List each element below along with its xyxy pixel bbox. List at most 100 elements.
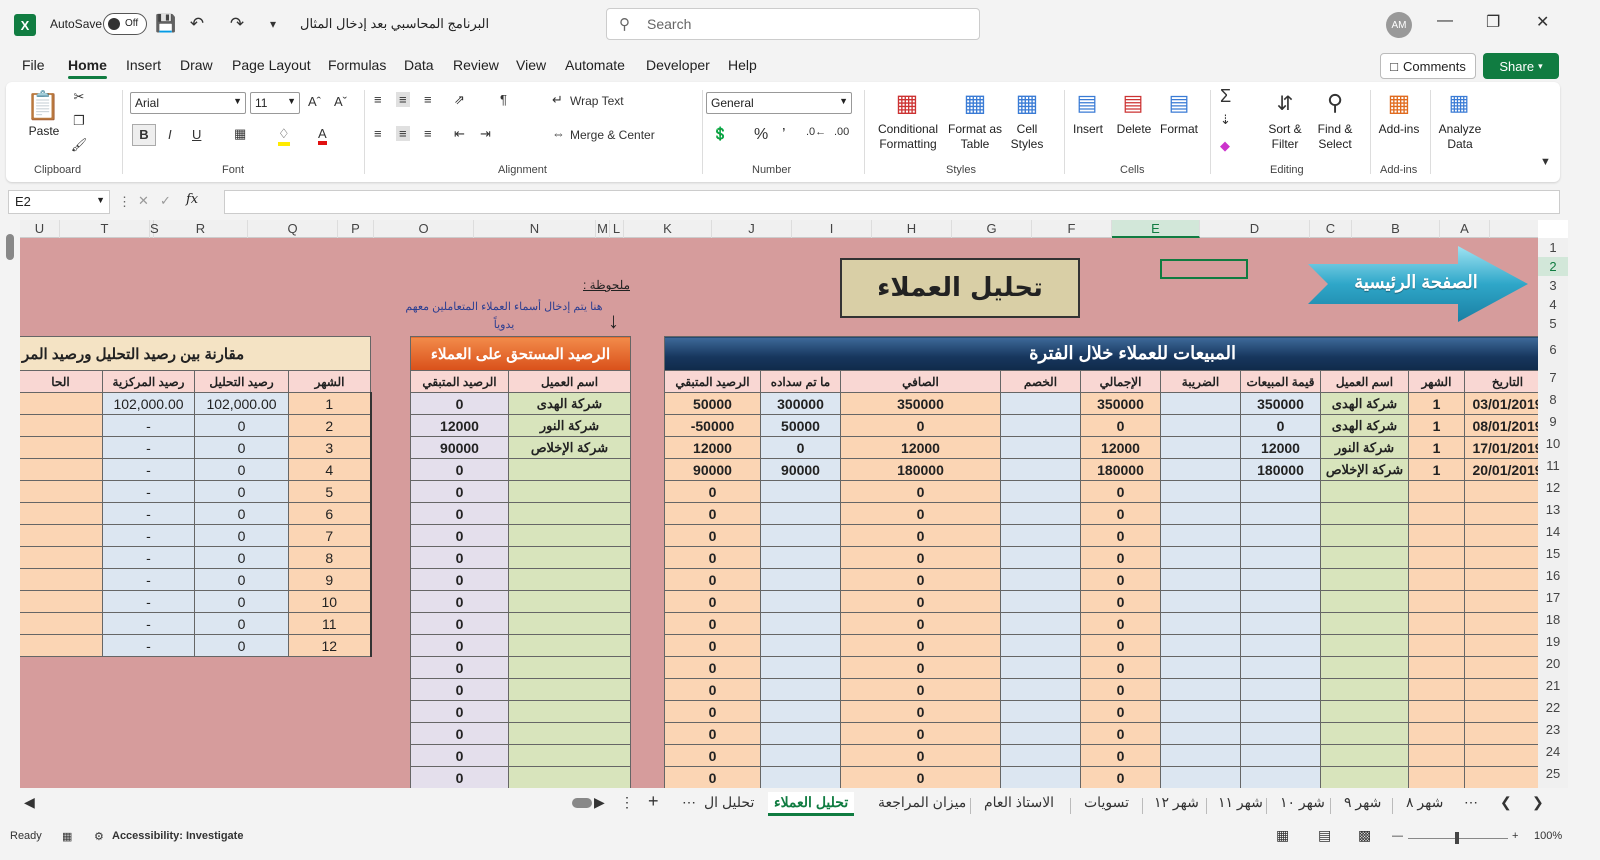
table-cell[interactable]: 12000: [1080, 436, 1161, 459]
table-cell[interactable]: 0: [664, 678, 761, 701]
conditional-formatting-button[interactable]: Conditional Formatting: [866, 122, 950, 152]
table-cell[interactable]: [507, 590, 632, 613]
table-cell[interactable]: 90000: [664, 458, 761, 481]
table-cell[interactable]: [760, 700, 841, 723]
table-cell[interactable]: [760, 766, 841, 788]
row-header-1[interactable]: 1: [1538, 238, 1568, 257]
table-cell[interactable]: 12000: [410, 414, 509, 437]
table-cell[interactable]: -: [102, 502, 195, 525]
table-cell[interactable]: [1240, 612, 1321, 635]
bold-button[interactable]: B: [132, 124, 156, 146]
column-header-q[interactable]: Q: [248, 220, 338, 238]
column-header-m[interactable]: M: [596, 220, 610, 238]
previous-sheet-icon[interactable]: ❮: [1500, 794, 1512, 811]
minimize-icon[interactable]: —: [1437, 12, 1453, 30]
zoom-in-icon[interactable]: +: [1512, 830, 1518, 842]
table-cell[interactable]: 0: [1080, 590, 1161, 613]
table-cell[interactable]: 0: [410, 634, 509, 657]
table-cell[interactable]: 0: [840, 678, 1001, 701]
table-cell[interactable]: 90000: [760, 458, 841, 481]
table-cell[interactable]: [1000, 436, 1081, 459]
table-cell[interactable]: [760, 546, 841, 569]
page-layout-view-icon[interactable]: ▤: [1318, 827, 1331, 844]
table-cell[interactable]: [1240, 480, 1321, 503]
table-cell[interactable]: 0: [194, 524, 289, 547]
comma-icon[interactable]: ’: [782, 126, 786, 144]
table-cell[interactable]: [507, 480, 632, 503]
table-cell[interactable]: [20, 436, 103, 459]
table-cell[interactable]: [1240, 546, 1321, 569]
table-cell[interactable]: [1464, 722, 1538, 745]
table-cell[interactable]: [1160, 590, 1241, 613]
table-cell[interactable]: 12000: [664, 436, 761, 459]
table-cell[interactable]: [1464, 568, 1538, 591]
zoom-slider-thumb[interactable]: [1455, 832, 1459, 844]
table-cell[interactable]: 0: [194, 612, 289, 635]
table-cell[interactable]: [1320, 656, 1409, 679]
more-tabs-right-icon[interactable]: ⋯: [1464, 794, 1478, 811]
increase-indent-icon[interactable]: ⇥: [480, 126, 491, 142]
table-cell[interactable]: 5: [287, 480, 372, 503]
table-cell[interactable]: [1240, 656, 1321, 679]
table-cell[interactable]: 0: [410, 480, 509, 503]
more-tabs-left-icon[interactable]: ⋯: [682, 794, 696, 811]
paste-icon[interactable]: 📋: [26, 88, 61, 122]
table-cell[interactable]: [1464, 480, 1538, 503]
table-cell[interactable]: 0: [664, 590, 761, 613]
table-cell[interactable]: 0: [840, 766, 1001, 788]
row-header-8[interactable]: 8: [1538, 389, 1568, 411]
table-cell[interactable]: 03/01/2019: [1464, 392, 1538, 415]
table-cell[interactable]: [1000, 502, 1081, 525]
table-cell[interactable]: 0: [410, 766, 509, 788]
table-cell[interactable]: 0: [1080, 656, 1161, 679]
table-cell[interactable]: 102,000.00: [102, 392, 195, 415]
table-cell[interactable]: [1464, 502, 1538, 525]
table-cell[interactable]: [760, 678, 841, 701]
table-cell[interactable]: 1: [287, 392, 372, 415]
table-cell[interactable]: [1320, 766, 1409, 788]
insert-cells-button[interactable]: Insert: [1066, 122, 1110, 137]
table-cell[interactable]: [760, 722, 841, 745]
format-painter-icon[interactable]: 🖌: [70, 136, 88, 154]
redo-icon[interactable]: ↷: [226, 13, 248, 35]
table-cell[interactable]: 7: [287, 524, 372, 547]
vertical-scrollbar[interactable]: [0, 220, 20, 788]
table-cell[interactable]: [1160, 546, 1241, 569]
confirm-entry-icon[interactable]: ✓: [160, 193, 171, 209]
tab-view[interactable]: View: [516, 57, 546, 73]
table-cell[interactable]: 0: [194, 480, 289, 503]
table-cell[interactable]: شركة النور: [1320, 436, 1409, 459]
table-cell[interactable]: 0: [194, 502, 289, 525]
table-cell[interactable]: 180000: [1080, 458, 1161, 481]
insert-function-button[interactable]: fx: [186, 192, 198, 207]
table-cell[interactable]: [1000, 766, 1081, 788]
tab-month-8[interactable]: شهر ٨: [1406, 794, 1443, 811]
column-header-e[interactable]: E: [1112, 220, 1200, 238]
table-cell[interactable]: [20, 568, 103, 591]
table-cell[interactable]: [1160, 502, 1241, 525]
table-cell[interactable]: 0: [194, 568, 289, 591]
more-icon[interactable]: ⋮: [118, 194, 131, 210]
row-header-19[interactable]: 19: [1538, 631, 1568, 653]
table-cell[interactable]: 0: [664, 612, 761, 635]
table-cell[interactable]: 350000: [1080, 392, 1161, 415]
autosave-toggle[interactable]: Off: [103, 13, 147, 35]
table-cell[interactable]: 0: [840, 700, 1001, 723]
column-header-p[interactable]: P: [338, 220, 374, 238]
table-cell[interactable]: 0: [840, 656, 1001, 679]
table-cell[interactable]: 0: [1080, 678, 1161, 701]
zoom-slider[interactable]: [1408, 832, 1508, 844]
accessibility-status[interactable]: Accessibility: Investigate: [112, 830, 243, 842]
row-header-10[interactable]: 10: [1538, 433, 1568, 455]
column-header-b[interactable]: B: [1352, 220, 1440, 238]
column-header-l[interactable]: L: [610, 220, 624, 238]
table-cell[interactable]: -: [102, 546, 195, 569]
row-header-7[interactable]: 7: [1538, 367, 1568, 389]
tab-developer[interactable]: Developer: [646, 57, 710, 73]
table-cell[interactable]: [1464, 700, 1538, 723]
table-cell[interactable]: 50000: [760, 414, 841, 437]
table-cell[interactable]: [760, 524, 841, 547]
sales-column-header[interactable]: الضريبة: [1160, 370, 1241, 393]
table-cell[interactable]: 90000: [410, 436, 509, 459]
align-top-icon[interactable]: ≡: [374, 92, 382, 107]
